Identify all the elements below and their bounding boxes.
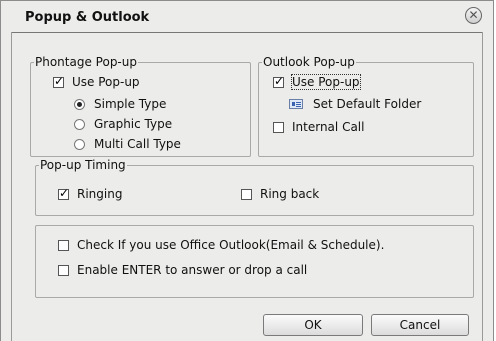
ringing-label: Ringing xyxy=(77,187,123,201)
left-border-line xyxy=(11,32,12,341)
radio-icon[interactable] xyxy=(74,98,85,110)
right-border-line xyxy=(482,32,483,341)
close-icon[interactable]: ✕ xyxy=(465,7,482,24)
radio-icon[interactable] xyxy=(74,138,85,150)
checkbox-icon[interactable] xyxy=(273,121,284,133)
set-default-folder-button[interactable]: Set Default Folder xyxy=(289,97,421,111)
radio-multi-call-type-label: Multi Call Type xyxy=(94,137,181,151)
outlook-use-popup-checkbox[interactable]: Use Pop-up xyxy=(273,74,361,90)
ring-back-checkbox[interactable]: Ring back xyxy=(241,187,319,201)
phontage-popup-legend: Phontage Pop-up xyxy=(35,55,137,69)
popup-timing-legend: Pop-up Timing xyxy=(40,158,126,172)
popup-outlook-dialog: Popup & Outlook ✕ Phontage Pop-up Use Po… xyxy=(0,0,494,341)
office-outlook-label: Check If you use Office Outlook(Email & … xyxy=(77,238,385,252)
checkbox-icon[interactable] xyxy=(58,239,69,251)
phontage-use-popup-label: Use Pop-up xyxy=(72,75,140,89)
enter-answer-checkbox[interactable]: Enable ENTER to answer or drop a call xyxy=(58,263,307,277)
ring-back-label: Ring back xyxy=(260,187,320,201)
dialog-title: Popup & Outlook xyxy=(25,10,150,25)
folder-list-icon xyxy=(289,99,303,109)
checkbox-icon[interactable] xyxy=(58,186,69,200)
radio-icon[interactable] xyxy=(74,118,85,130)
options-group xyxy=(35,225,474,298)
radio-graphic-type[interactable]: Graphic Type xyxy=(74,117,172,131)
set-default-folder-label: Set Default Folder xyxy=(313,97,422,111)
cancel-button[interactable]: Cancel xyxy=(371,314,469,336)
radio-simple-type[interactable]: Simple Type xyxy=(74,97,166,111)
enter-answer-label: Enable ENTER to answer or drop a call xyxy=(77,263,308,277)
outlook-use-popup-label: Use Pop-up xyxy=(291,74,361,90)
ok-button[interactable]: OK xyxy=(263,314,363,336)
phontage-use-popup-checkbox[interactable]: Use Pop-up xyxy=(53,74,140,89)
outlook-popup-legend: Outlook Pop-up xyxy=(263,55,355,69)
title-bar: Popup & Outlook ✕ xyxy=(11,4,485,30)
radio-graphic-type-label: Graphic Type xyxy=(94,117,173,131)
checkbox-icon[interactable] xyxy=(53,74,64,88)
checkbox-icon[interactable] xyxy=(273,74,284,88)
internal-call-checkbox[interactable]: Internal Call xyxy=(273,120,364,134)
title-divider xyxy=(11,32,483,33)
ringing-checkbox[interactable]: Ringing xyxy=(58,186,123,201)
radio-multi-call-type[interactable]: Multi Call Type xyxy=(74,137,181,151)
radio-simple-type-label: Simple Type xyxy=(94,97,167,111)
checkbox-icon[interactable] xyxy=(241,188,252,200)
checkbox-icon[interactable] xyxy=(58,264,69,276)
internal-call-label: Internal Call xyxy=(292,120,365,134)
office-outlook-checkbox[interactable]: Check If you use Office Outlook(Email & … xyxy=(58,238,384,252)
